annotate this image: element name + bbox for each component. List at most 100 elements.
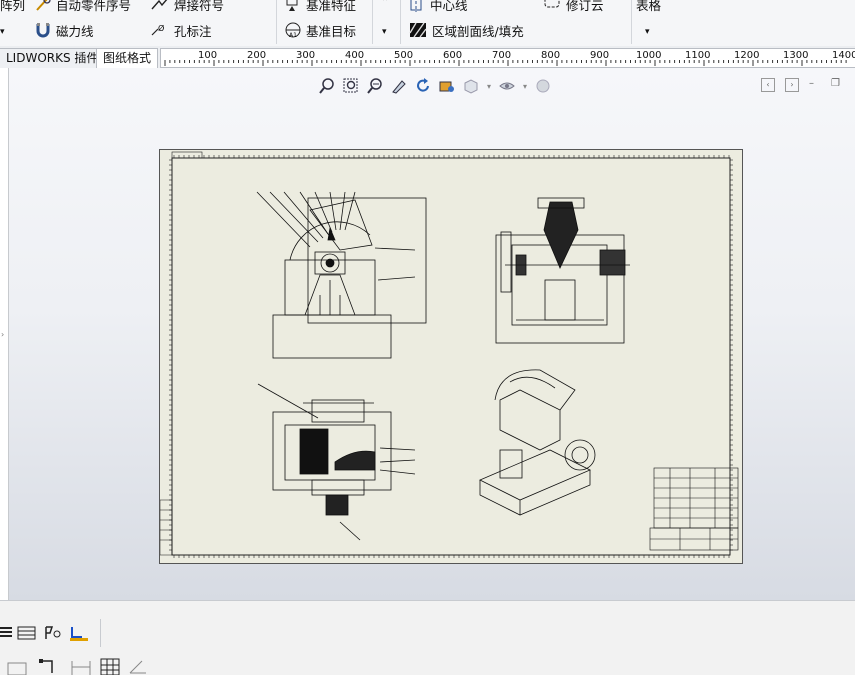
ruler-label: 1400 (832, 50, 855, 61)
ruler-label: 300 (296, 50, 316, 61)
ruler-label: 900 (590, 50, 610, 61)
cut-label: 阵列 (0, 0, 26, 13)
svg-text:A1: A1 (289, 32, 297, 39)
view-orientation-icon[interactable] (437, 76, 457, 96)
hole-callout-label: 孔标注 (174, 23, 212, 39)
ruler-label: 1100 (685, 50, 711, 61)
hole-callout-icon: Ø (151, 23, 164, 36)
bottom-toolbar-panel (0, 600, 855, 675)
ribbon-separator (372, 0, 373, 44)
revision-strip (159, 499, 173, 556)
title-block (649, 467, 739, 551)
rectangle-sketch-icon[interactable] (4, 659, 34, 675)
sketch-pencil-icon[interactable] (389, 76, 409, 96)
revision-cloud-icon (544, 0, 560, 8)
command-ribbon: 阵列 ▾ 自动零件序号 磁力线 焊接符号 Ø 孔标注 基准特征 A1 基准目标 … (0, 0, 855, 47)
datum-feature-icon (286, 0, 298, 11)
corner-rectangle-icon[interactable] (38, 657, 58, 675)
datum-target-button[interactable]: A1 基准目标 (284, 20, 356, 40)
ruler-label: 100 (198, 50, 218, 61)
tables-dropdown-arrow[interactable]: ▾ (645, 22, 650, 42)
tables-label: 表格 (636, 0, 662, 13)
auto-balloon-button[interactable]: 自动零件序号 (34, 0, 131, 14)
smart-dimension-icon[interactable] (70, 659, 94, 675)
front-view (256, 191, 427, 359)
zoom-in-out-icon[interactable] (365, 76, 385, 96)
window-controls: ‹ › – ❐ (761, 78, 843, 92)
panel-splitter[interactable]: › (0, 68, 9, 600)
centerline-button[interactable]: 中心线 (408, 0, 468, 14)
top-view (257, 383, 416, 541)
layer-color-icon[interactable] (68, 625, 90, 641)
toolbar-separator (100, 619, 101, 647)
area-hatch-button[interactable]: 区域剖面线/填充 (408, 20, 524, 40)
ruler-label: 1200 (734, 50, 760, 61)
magnetic-line-label: 磁力线 (56, 23, 94, 39)
datum-target-label: 基准目标 (306, 23, 357, 39)
hide-show-icon[interactable] (497, 76, 517, 96)
tab-solidworks-addins[interactable]: LIDWORKS 插件 (0, 48, 106, 68)
next-view-icon[interactable]: › (785, 78, 799, 92)
hole-callout-button[interactable]: Ø 孔标注 (150, 20, 212, 40)
ruler-label: 1000 (636, 50, 662, 61)
heads-up-view-toolbar: ▾ ▾ (317, 76, 553, 96)
tab-label: LIDWORKS 插件 (6, 51, 99, 65)
ruler-label: 600 (443, 50, 463, 61)
collapse-handle-icon[interactable]: › (1, 330, 7, 342)
horizontal-ruler: 100 200 300 400 500 600 700 800 900 1000… (160, 48, 855, 68)
chevron-down-icon[interactable]: ▾ (521, 76, 529, 96)
datum-feature-button[interactable]: 基准特征 (284, 0, 356, 14)
previous-view-icon[interactable]: ‹ (761, 78, 775, 92)
svg-text:Ø: Ø (158, 23, 164, 33)
datum-target-icon: A1 (285, 22, 301, 39)
ribbon-separator (631, 0, 632, 44)
datum-more-button[interactable]: ⌃ (381, 0, 389, 12)
ruler-label: 800 (541, 50, 561, 61)
chevron-down-icon: ▾ (382, 27, 387, 37)
ribbon-separator (400, 0, 401, 44)
ruler-label: 500 (394, 50, 414, 61)
chevron-down-icon[interactable]: ▾ (485, 76, 493, 96)
table-icon[interactable] (17, 625, 37, 641)
drawing-sheet[interactable] (159, 149, 743, 564)
side-view (495, 197, 630, 344)
grid-icon[interactable] (99, 657, 121, 675)
zoom-area-icon[interactable] (341, 76, 361, 96)
cut-button[interactable]: 阵列 (0, 0, 25, 14)
revision-cloud-button[interactable]: 修订云 (542, 0, 604, 14)
tab-sheet-format[interactable]: 图纸格式 (96, 48, 159, 68)
auto-balloon-icon (36, 0, 51, 11)
rotate-icon[interactable] (413, 76, 433, 96)
ruler-label: 200 (247, 50, 267, 61)
chevron-down-icon: ▾ (645, 27, 650, 37)
ribbon-separator (276, 0, 277, 44)
isometric-view (479, 369, 596, 516)
graphics-area[interactable]: ▾ ▾ ‹ › – ❐ (9, 68, 855, 600)
area-hatch-label: 区域剖面线/填充 (432, 23, 524, 39)
zoom-to-fit-icon[interactable] (317, 76, 337, 96)
weld-symbol-icon (151, 0, 168, 10)
weld-symbol-button[interactable]: 焊接符号 (150, 0, 224, 14)
format-painter-icon[interactable] (43, 625, 63, 641)
chevron-down-icon: ▾ (0, 27, 5, 37)
centerline-label: 中心线 (430, 0, 468, 13)
list-view-icon[interactable] (0, 625, 14, 641)
ruler-label: 400 (345, 50, 365, 61)
appearance-icon[interactable] (533, 76, 553, 96)
datum-dropdown-arrow[interactable]: ▾ (382, 22, 387, 42)
area-hatch-icon (409, 22, 427, 38)
display-style-icon[interactable] (461, 76, 481, 96)
cut-dropdown-arrow[interactable]: ▾ (0, 22, 5, 42)
restore-icon[interactable]: ❐ (831, 78, 843, 90)
angle-icon[interactable] (128, 659, 150, 675)
ruler-label: 700 (492, 50, 512, 61)
chevron-up-icon: ⌃ (381, 0, 390, 8)
minimize-icon[interactable]: – (809, 78, 821, 90)
tab-label: 图纸格式 (103, 51, 152, 65)
centerline-icon (410, 0, 422, 12)
revision-cloud-label: 修订云 (566, 0, 604, 13)
tables-button[interactable]: 表格 (636, 0, 661, 14)
magnetic-line-button[interactable]: 磁力线 (34, 20, 94, 40)
datum-feature-label: 基准特征 (306, 0, 357, 13)
weld-symbol-label: 焊接符号 (174, 0, 225, 13)
